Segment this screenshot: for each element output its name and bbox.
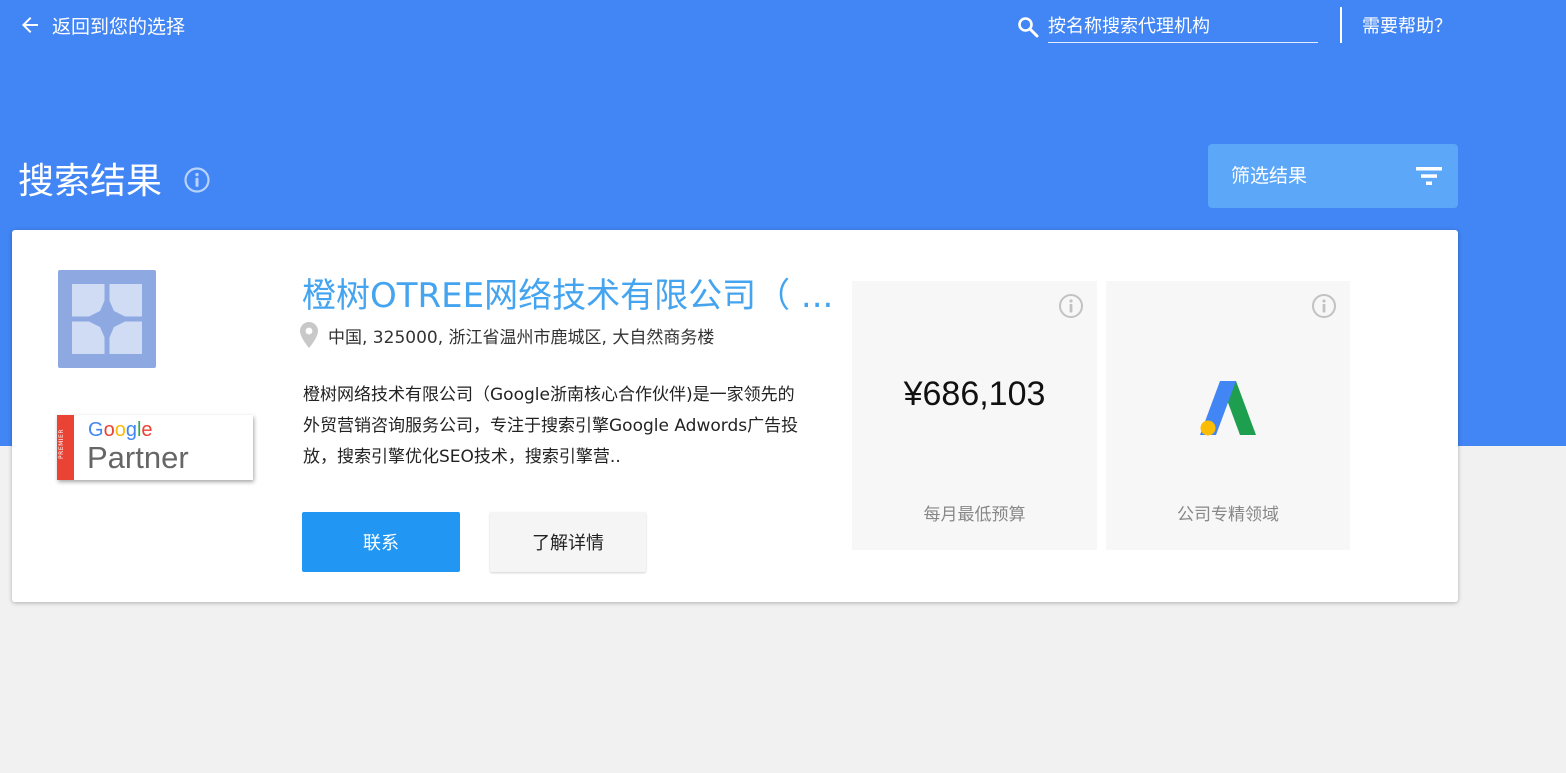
logo-graphic bbox=[72, 284, 142, 354]
learn-more-button[interactable]: 了解详情 bbox=[490, 512, 646, 572]
brand-letter: e bbox=[141, 419, 153, 441]
contact-button[interactable]: 联系 bbox=[302, 512, 460, 572]
google-ads-icon bbox=[1200, 381, 1256, 436]
budget-stat-card: ¥686,103 每月最低预算 bbox=[852, 281, 1097, 550]
search-icon[interactable] bbox=[1016, 15, 1040, 39]
info-icon[interactable] bbox=[183, 166, 211, 194]
filter-results-button[interactable]: 筛选结果 bbox=[1208, 144, 1458, 208]
filter-icon bbox=[1416, 167, 1442, 185]
location-pin-icon bbox=[300, 322, 318, 348]
specialty-label: 公司专精领域 bbox=[1177, 505, 1279, 525]
budget-label: 每月最低预算 bbox=[923, 505, 1026, 525]
brand-letter: o bbox=[114, 419, 126, 441]
help-link[interactable]: 需要帮助？ bbox=[1362, 12, 1452, 38]
brand-letter: o bbox=[103, 419, 115, 441]
google-partner-badge: PREMIER Google Partner bbox=[57, 415, 253, 480]
header-divider bbox=[1340, 7, 1342, 43]
arrow-back-icon bbox=[22, 17, 38, 33]
back-link[interactable]: 返回到您的选择 bbox=[18, 10, 185, 40]
badge-tier: PREMIER bbox=[58, 429, 65, 459]
company-description: 橙树网络技术有限公司（Google浙南核心合作伙伴)是一家领先的外贸营销咨询服务… bbox=[303, 385, 799, 467]
agency-result-card: PREMIER Google Partner 橙树OTREE网络技术有限公司（ … bbox=[12, 230, 1458, 602]
specialty-stat-card: 公司专精领域 bbox=[1106, 281, 1350, 550]
brand-letter: G bbox=[88, 419, 104, 441]
info-icon[interactable] bbox=[1311, 293, 1337, 319]
filter-results-label: 筛选结果 bbox=[1231, 165, 1308, 187]
address-row: 中国, 325000, 浙江省温州市鹿城区, 大自然商务楼 bbox=[300, 322, 714, 348]
brand-letter: g bbox=[125, 419, 137, 441]
badge-program: Partner bbox=[87, 440, 189, 475]
back-link-label: 返回到您的选择 bbox=[52, 15, 186, 38]
address-text: 中国, 325000, 浙江省温州市鹿城区, 大自然商务楼 bbox=[328, 327, 715, 348]
page-title: 搜索结果 bbox=[18, 161, 163, 202]
agency-logo bbox=[58, 270, 156, 368]
search-box bbox=[1014, 8, 1320, 44]
company-name-link[interactable]: 橙树OTREE网络技术有限公司（ ... bbox=[302, 268, 838, 317]
min-monthly-budget: ¥686,103 bbox=[903, 375, 1046, 413]
badge-brand: Google bbox=[88, 419, 153, 442]
page: 返回到您的选择 需要帮助？ 搜索结果 筛选结果 bbox=[0, 0, 1566, 773]
info-icon[interactable] bbox=[1058, 293, 1084, 319]
agency-search-input[interactable] bbox=[1048, 10, 1318, 43]
